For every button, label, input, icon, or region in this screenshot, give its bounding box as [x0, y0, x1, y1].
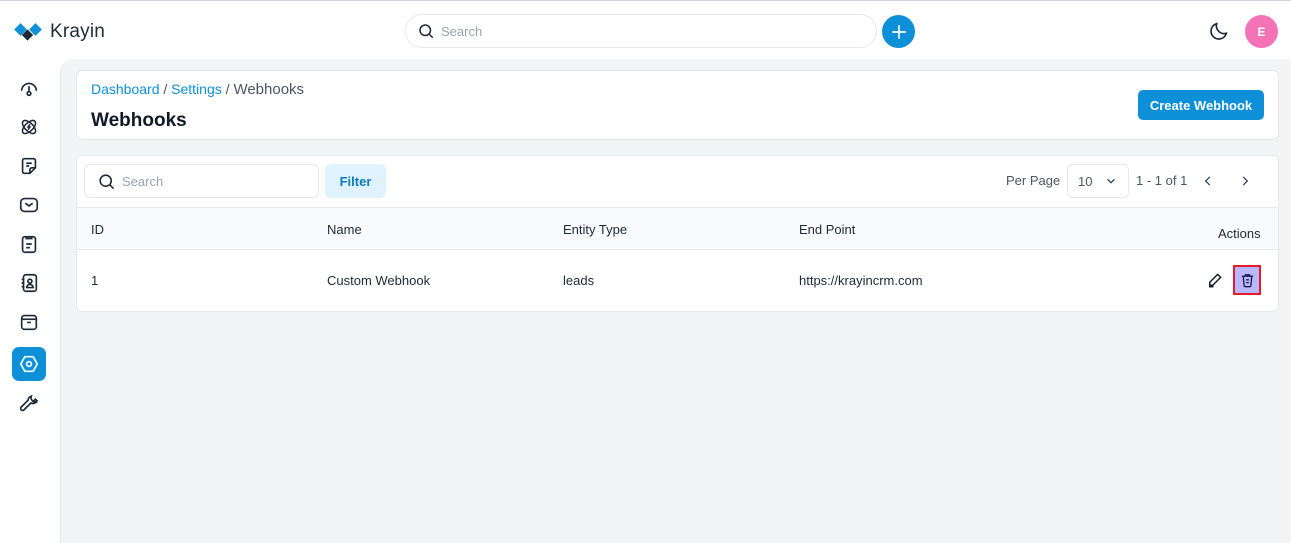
edit-button[interactable] [1201, 265, 1229, 295]
sidebar [0, 59, 60, 543]
datagrid-search[interactable] [84, 164, 319, 198]
breadcrumb: Dashboard / Settings / Webhooks [91, 81, 304, 98]
sidebar-item-quotes[interactable] [12, 149, 46, 183]
moon-icon [1210, 22, 1228, 40]
cell-id: 1 [91, 273, 99, 288]
krayin-logo-icon [14, 23, 42, 41]
column-header-name[interactable]: Name [327, 222, 362, 237]
column-header-entity-type[interactable]: Entity Type [563, 222, 627, 237]
sidebar-item-configuration[interactable] [12, 386, 46, 420]
dark-mode-toggle[interactable] [1208, 20, 1230, 42]
global-search-input[interactable] [441, 23, 821, 39]
chevron-down-icon [1107, 178, 1116, 184]
page-title: Webhooks [91, 110, 187, 131]
create-webhook-button[interactable]: Create Webhook [1138, 90, 1264, 120]
quick-create-button[interactable] [882, 15, 915, 48]
top-header: Krayin E [0, 4, 1291, 59]
archive-box-icon [20, 314, 38, 331]
pagination-info: 1 - 1 of 1 [1136, 173, 1188, 188]
breadcrumb-dashboard[interactable]: Dashboard [91, 81, 160, 97]
datagrid-search-input[interactable] [122, 173, 302, 189]
search-icon [99, 173, 115, 189]
cell-end-point: https://krayincrm.com [799, 273, 923, 288]
hexagon-settings-icon [19, 355, 39, 373]
gauge-icon [20, 82, 38, 97]
per-page-select[interactable]: 10 [1067, 164, 1129, 198]
user-avatar[interactable]: E [1245, 15, 1278, 48]
per-page-label: Per Page [1006, 173, 1061, 188]
column-header-actions: Actions [1218, 226, 1261, 241]
sidebar-item-settings[interactable] [12, 347, 46, 381]
wrench-icon [19, 394, 39, 412]
breadcrumb-current: Webhooks [233, 81, 305, 98]
chevron-right-icon [1242, 176, 1249, 186]
table-header: ID Name Entity Type End Point Actions [77, 207, 1278, 250]
atom-icon [21, 119, 37, 135]
breadcrumb-settings[interactable]: Settings [171, 81, 222, 97]
per-page-value: 10 [1078, 173, 1093, 189]
trash-icon [1241, 273, 1253, 287]
pencil-icon [1209, 273, 1222, 288]
mail-icon [19, 197, 39, 213]
sidebar-item-leads[interactable] [12, 110, 46, 144]
column-header-end-point[interactable]: End Point [799, 222, 855, 237]
column-header-id[interactable]: ID [91, 222, 104, 237]
sidebar-item-activities[interactable] [12, 227, 46, 261]
sidebar-item-dashboard[interactable] [12, 71, 46, 105]
cell-name: Custom Webhook [327, 273, 431, 288]
search-icon [419, 24, 434, 39]
clipboard-icon [21, 235, 37, 254]
next-page-button[interactable] [1235, 171, 1255, 191]
global-search[interactable] [405, 14, 877, 48]
chevron-left-icon [1204, 176, 1211, 186]
cell-entity-type: leads [563, 273, 595, 288]
sidebar-item-contacts[interactable] [12, 266, 46, 300]
contact-book-icon [21, 273, 38, 293]
page-header-card: Dashboard / Settings / Webhooks Webhooks… [76, 70, 1279, 140]
main-content: Dashboard / Settings / Webhooks Webhooks… [60, 59, 1291, 543]
breadcrumb-separator: / [163, 81, 168, 97]
note-icon [21, 157, 37, 175]
delete-button[interactable] [1233, 265, 1261, 295]
breadcrumb-separator: / [225, 81, 230, 97]
previous-page-button[interactable] [1198, 171, 1218, 191]
app-name: Krayin [50, 21, 106, 42]
table-row: 1 Custom Webhook leads https://krayincrm… [77, 250, 1278, 311]
app-logo[interactable]: Krayin [14, 21, 105, 43]
sidebar-item-mail[interactable] [12, 188, 46, 222]
sidebar-item-products[interactable] [12, 305, 46, 339]
plus-icon [891, 24, 906, 39]
webhooks-datagrid: Filter Per Page 10 1 - 1 of 1 ID Name En… [76, 155, 1279, 312]
filter-button[interactable]: Filter [325, 164, 386, 198]
